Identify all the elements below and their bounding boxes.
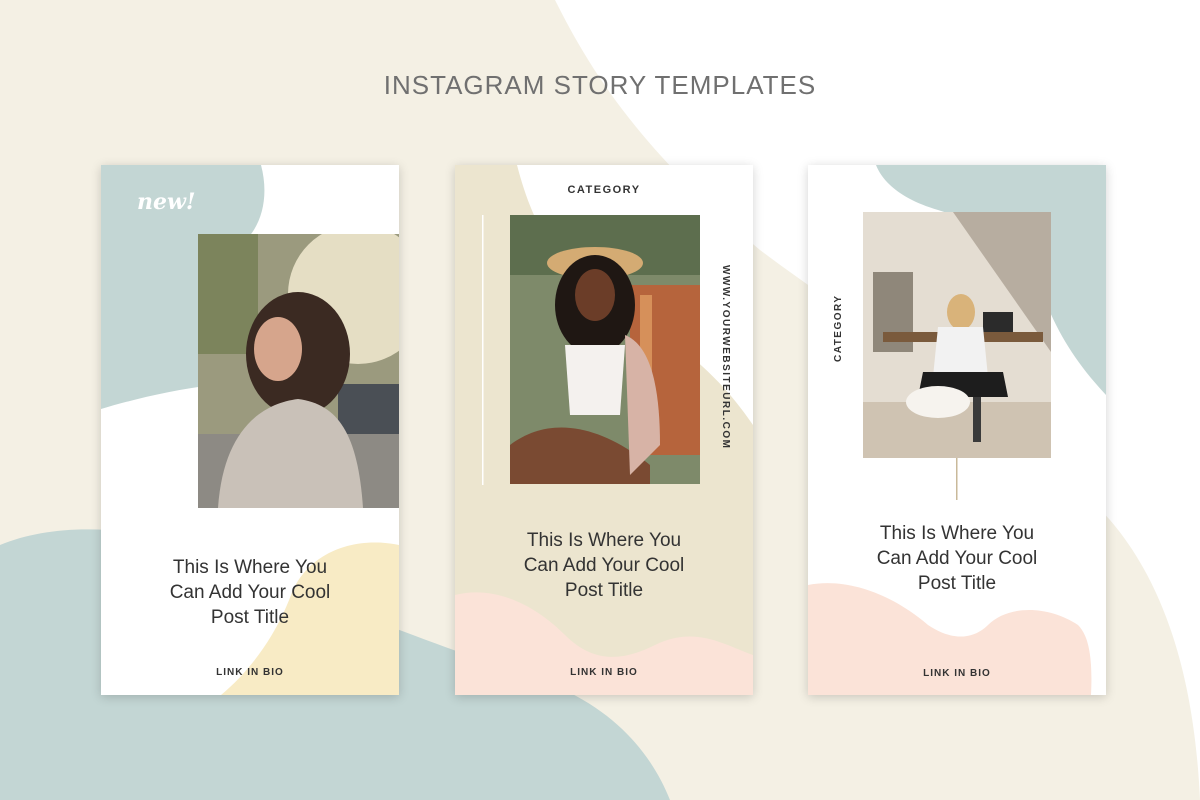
post-title-line-3: Post Title: [210, 607, 290, 628]
story-photo: [198, 234, 399, 508]
post-title-line-1: This Is Where You: [879, 523, 1035, 544]
post-title-line-3: Post Title: [564, 580, 644, 601]
post-title: This Is Where You Can Add Your Cool Post…: [455, 528, 753, 603]
new-badge: new!: [137, 189, 196, 215]
link-in-bio-label[interactable]: LINK IN BIO: [808, 668, 1106, 679]
story-template-card-3[interactable]: CATEGORY This Is Where You Can Add Your …: [808, 165, 1106, 695]
link-in-bio-label[interactable]: LINK IN BIO: [101, 667, 399, 678]
post-title-line-3: Post Title: [917, 573, 997, 594]
post-title-line-2: Can Add Your Cool: [876, 548, 1038, 569]
story-template-card-1[interactable]: new! This Is Where You Can Add Your Cool…: [101, 165, 399, 695]
post-title-line-2: Can Add Your Cool: [169, 582, 331, 603]
category-label: CATEGORY: [567, 184, 641, 196]
website-url[interactable]: WWW.YOURWEBSITEURL.COM: [720, 265, 731, 449]
post-title: This Is Where You Can Add Your Cool Post…: [808, 521, 1106, 596]
post-title-line-1: This Is Where You: [172, 557, 328, 578]
post-title-line-2: Can Add Your Cool: [523, 555, 685, 576]
story-template-card-2[interactable]: CATEGORY WWW.YOURWEBSITEURL.COM This Is …: [455, 165, 753, 695]
story-photo: [510, 215, 700, 484]
post-title-line-1: This Is Where You: [526, 530, 682, 551]
post-title: This Is Where You Can Add Your Cool Post…: [101, 555, 399, 630]
link-in-bio-label[interactable]: LINK IN BIO: [455, 667, 753, 678]
story-photo: [863, 212, 1051, 458]
page-heading: INSTAGRAM STORY TEMPLATES: [383, 70, 817, 100]
category-label: CATEGORY: [833, 294, 844, 362]
